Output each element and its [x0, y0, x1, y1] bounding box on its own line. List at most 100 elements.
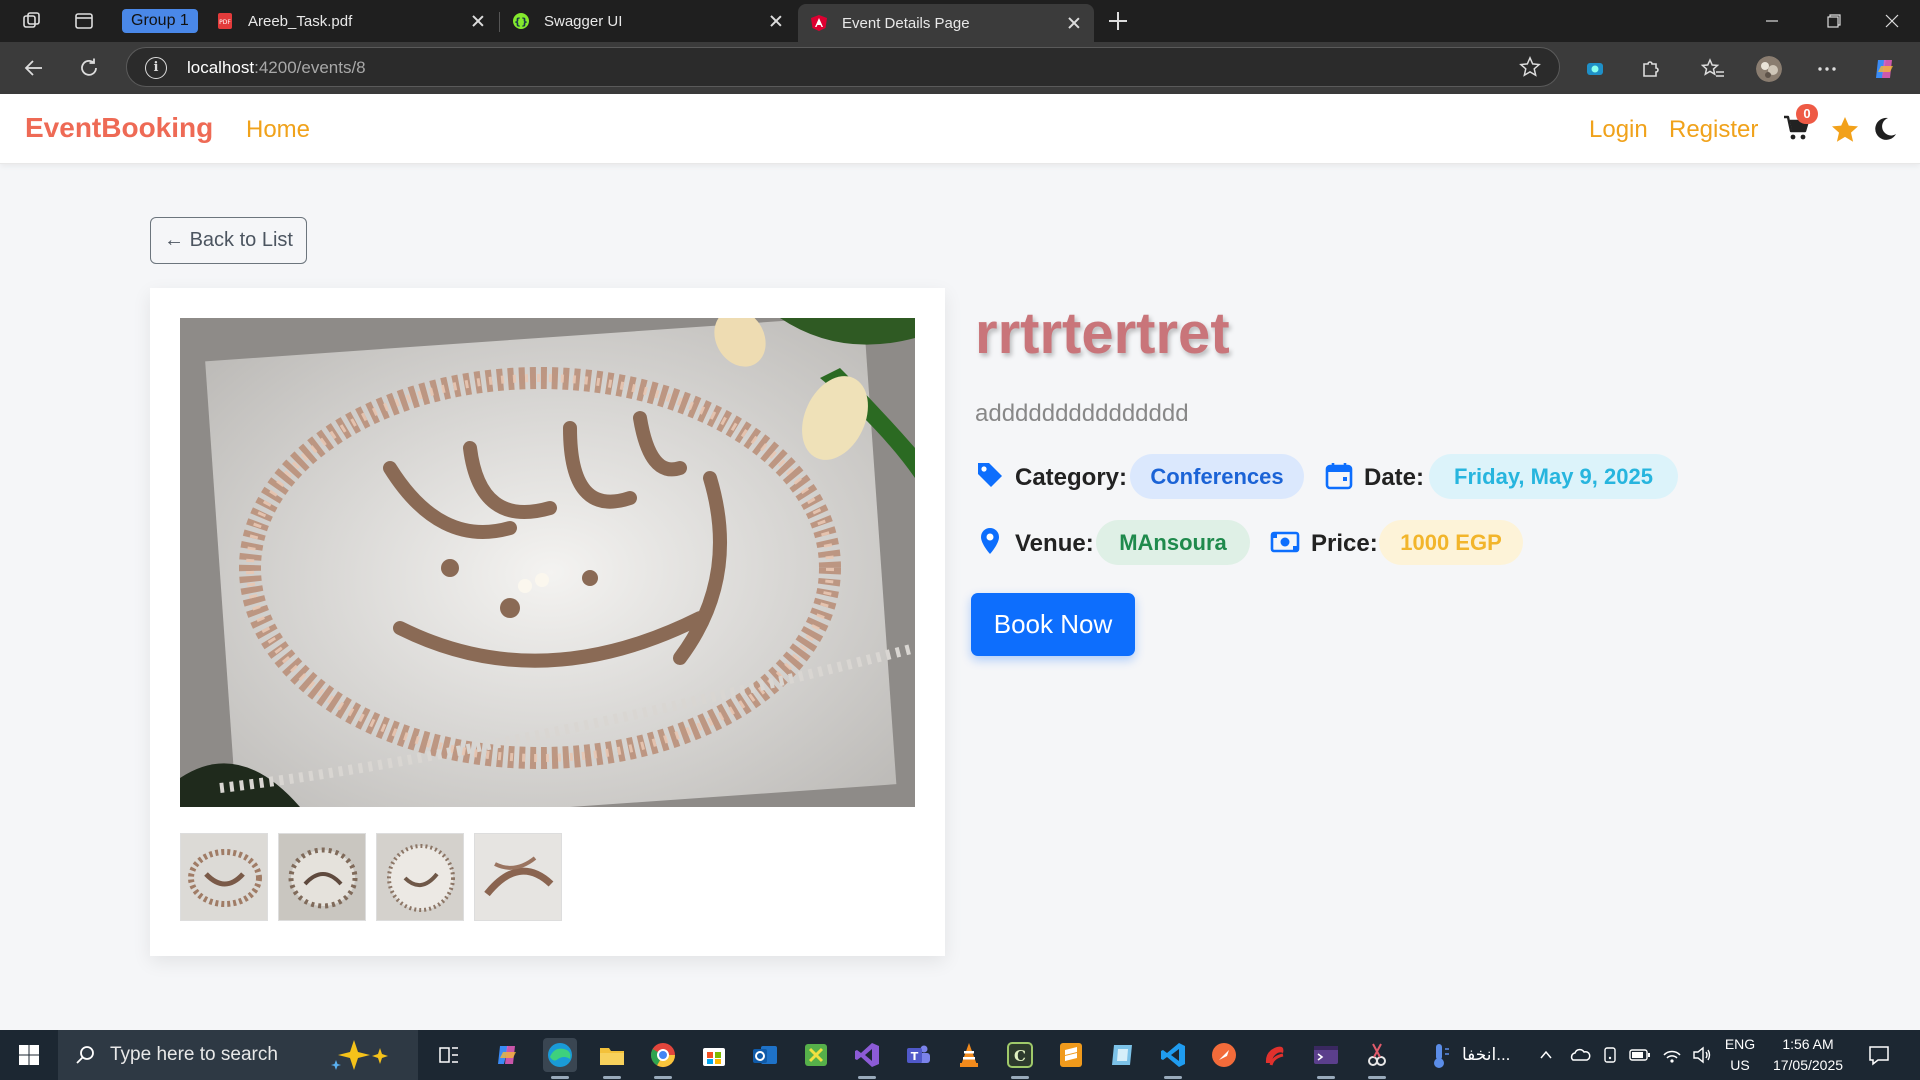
swagger-icon: {} [512, 12, 530, 30]
event-description: addddddddddddddd [975, 400, 1189, 427]
brand-logo[interactable]: EventBooking [25, 112, 213, 144]
tab-swagger[interactable]: {} Swagger UI [500, 0, 796, 42]
tab-title: Event Details Page [842, 14, 970, 32]
copilot-icon[interactable] [1872, 56, 1898, 82]
dark-mode-moon-icon[interactable] [1872, 116, 1898, 142]
angular-icon [810, 14, 828, 32]
sublime-text-icon[interactable] [1054, 1038, 1088, 1072]
workspaces-icon[interactable] [20, 9, 44, 33]
extensions-icon[interactable] [1637, 56, 1663, 82]
windows-taskbar: Type here to search T C انخفا... ENG US … [0, 1030, 1920, 1080]
pdf-icon: PDF [216, 12, 234, 30]
notes-app-icon[interactable] [1105, 1038, 1139, 1072]
task-view-icon[interactable] [432, 1038, 466, 1072]
snipping-tool-icon[interactable] [799, 1038, 833, 1072]
thermometer-app-icon[interactable] [1422, 1038, 1456, 1072]
taskbar-search-box[interactable]: Type here to search [58, 1030, 418, 1080]
nav-home-link[interactable]: Home [246, 116, 310, 144]
back-to-list-button[interactable]: ← Back to List [150, 217, 307, 264]
teams-icon[interactable]: T [901, 1038, 935, 1072]
date-label: Date: [1364, 464, 1425, 491]
new-tab-icon[interactable] [1106, 9, 1130, 33]
event-thumbnail[interactable] [278, 833, 366, 921]
minimize-icon[interactable] [1744, 0, 1800, 42]
terminal-icon[interactable] [1309, 1038, 1343, 1079]
volume-icon[interactable] [1690, 1038, 1714, 1072]
money-icon [1270, 531, 1300, 553]
onedrive-icon[interactable] [1568, 1038, 1592, 1072]
refresh-icon[interactable] [75, 54, 103, 82]
vlc-icon[interactable] [952, 1038, 986, 1072]
search-placeholder: Type here to search [110, 1044, 278, 1065]
outlook-icon[interactable] [748, 1038, 782, 1072]
site-info-icon[interactable]: i [145, 57, 167, 79]
winrar-icon[interactable] [1258, 1038, 1292, 1072]
app-navbar: EventBooking Home Login Register 0 [0, 94, 1920, 164]
close-tab-icon[interactable] [768, 13, 784, 29]
pinned-app-label[interactable]: انخفا... [1462, 1045, 1510, 1065]
svg-text:{}: {} [514, 17, 528, 28]
event-main-image[interactable] [180, 318, 915, 807]
location-pin-icon [981, 528, 999, 554]
nav-register-link[interactable]: Register [1669, 116, 1758, 144]
category-chip: Conferences [1130, 454, 1304, 499]
tag-icon [978, 463, 1002, 487]
close-tab-icon[interactable] [470, 13, 486, 29]
snip-tool-running-icon[interactable] [1360, 1038, 1394, 1079]
language-indicator-top[interactable]: ENG [1722, 1036, 1758, 1052]
browser-tab-strip: Group 1 PDF Areeb_Task.pdf {} Swagger UI… [0, 0, 1920, 42]
tab-areeb-task[interactable]: PDF Areeb_Task.pdf [204, 0, 498, 42]
tab-group-label[interactable]: Group 1 [122, 9, 198, 33]
close-window-icon[interactable] [1864, 0, 1920, 42]
device-icon[interactable] [1598, 1038, 1622, 1072]
windows-start-icon[interactable] [0, 1030, 58, 1080]
clock-time[interactable]: 1:56 AM [1766, 1036, 1850, 1052]
book-now-button[interactable]: Book Now [971, 593, 1135, 656]
clock-date[interactable]: 17/05/2025 [1766, 1057, 1850, 1073]
wifi-icon[interactable] [1660, 1038, 1684, 1072]
tab-title: Swagger UI [544, 12, 623, 30]
venue-chip: MAnsoura [1096, 520, 1250, 565]
show-hidden-icons-chevron-icon[interactable] [1534, 1038, 1558, 1072]
edge-browser-icon[interactable] [543, 1038, 577, 1079]
favorites-icon[interactable] [1700, 56, 1726, 82]
event-thumbnail[interactable] [376, 833, 464, 921]
close-tab-icon[interactable] [1066, 15, 1082, 31]
profile-avatar[interactable] [1756, 56, 1782, 82]
calendar-icon [1325, 463, 1353, 490]
more-options-icon[interactable] [1814, 56, 1840, 82]
visual-studio-icon[interactable] [850, 1038, 884, 1079]
event-thumbnail[interactable] [180, 833, 268, 921]
copilot-app-icon[interactable] [491, 1038, 525, 1072]
tab-actions-icon[interactable] [72, 9, 96, 33]
notifications-icon[interactable] [1862, 1038, 1896, 1072]
language-indicator-bottom[interactable]: US [1722, 1057, 1758, 1073]
back-arrow-icon[interactable] [20, 54, 48, 82]
event-gallery-card [150, 288, 945, 956]
nav-login-link[interactable]: Login [1589, 116, 1648, 144]
tab-event-details[interactable]: Event Details Page [798, 4, 1094, 42]
price-label: Price: [1311, 530, 1378, 557]
venue-label: Venue: [1015, 530, 1094, 557]
postman-icon[interactable] [1207, 1038, 1241, 1072]
vscode-icon[interactable] [1156, 1038, 1190, 1079]
price-chip: 1000 EGP [1379, 520, 1523, 565]
restore-icon[interactable] [1806, 0, 1862, 42]
cart-count-badge: 0 [1796, 104, 1818, 124]
event-title: rrtrtertret [975, 301, 1230, 366]
file-explorer-icon[interactable] [595, 1038, 629, 1079]
battery-icon[interactable] [1628, 1038, 1652, 1072]
svg-text:C: C [1014, 1047, 1026, 1065]
address-bar[interactable]: i localhost:4200/events/8 [126, 47, 1560, 87]
extension-recorder-icon[interactable] [1582, 56, 1608, 82]
favorites-star-icon[interactable] [1830, 115, 1860, 145]
tab-title: Areeb_Task.pdf [248, 12, 353, 30]
sparkle-icon [331, 1040, 388, 1070]
svg-text:T: T [911, 1050, 919, 1063]
app-c-icon[interactable]: C [1003, 1038, 1037, 1079]
search-icon [76, 1046, 94, 1064]
chrome-icon[interactable] [646, 1038, 680, 1079]
event-thumbnail[interactable] [474, 833, 562, 921]
microsoft-store-icon[interactable] [697, 1038, 731, 1072]
bookmark-star-icon[interactable] [1519, 56, 1541, 78]
